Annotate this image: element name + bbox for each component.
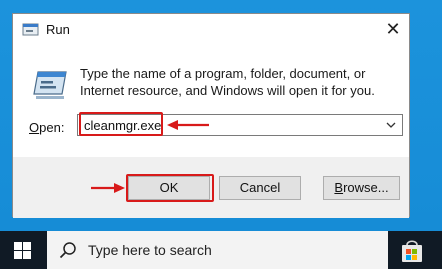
- microsoft-store-icon[interactable]: [398, 237, 426, 265]
- run-program-icon: [33, 71, 67, 99]
- input-highlight-box: [79, 112, 163, 136]
- open-label-text: pen:: [39, 120, 65, 135]
- browse-accesskey: B: [334, 180, 344, 195]
- windows-logo-icon: [14, 242, 31, 259]
- browse-label-rest: rowse...: [343, 180, 389, 195]
- open-label-accesskey: O: [29, 120, 40, 135]
- title-bar[interactable]: Run ✕: [13, 14, 409, 46]
- close-icon[interactable]: ✕: [377, 14, 409, 46]
- run-dialog: Run ✕ Type the name of a program, folder…: [12, 13, 410, 218]
- ok-highlight-box: [126, 174, 214, 202]
- window-title: Run: [46, 22, 70, 37]
- search-icon: [59, 242, 76, 259]
- start-button[interactable]: [0, 231, 46, 269]
- run-title-icon: [22, 23, 39, 36]
- browse-button[interactable]: Browse...: [323, 176, 400, 200]
- run-description: Type the name of a program, folder, docu…: [80, 66, 375, 98]
- dropdown-arrow-icon[interactable]: [384, 118, 398, 132]
- arrow-to-ok-annotation: [91, 183, 125, 193]
- search-placeholder: Type here to search: [88, 242, 212, 258]
- cancel-button[interactable]: Cancel: [219, 176, 301, 200]
- open-label: Open:: [29, 120, 64, 135]
- taskbar-search-box[interactable]: Type here to search: [47, 231, 388, 269]
- arrow-to-input-annotation: [167, 120, 209, 130]
- taskbar: Type here to search: [0, 231, 442, 269]
